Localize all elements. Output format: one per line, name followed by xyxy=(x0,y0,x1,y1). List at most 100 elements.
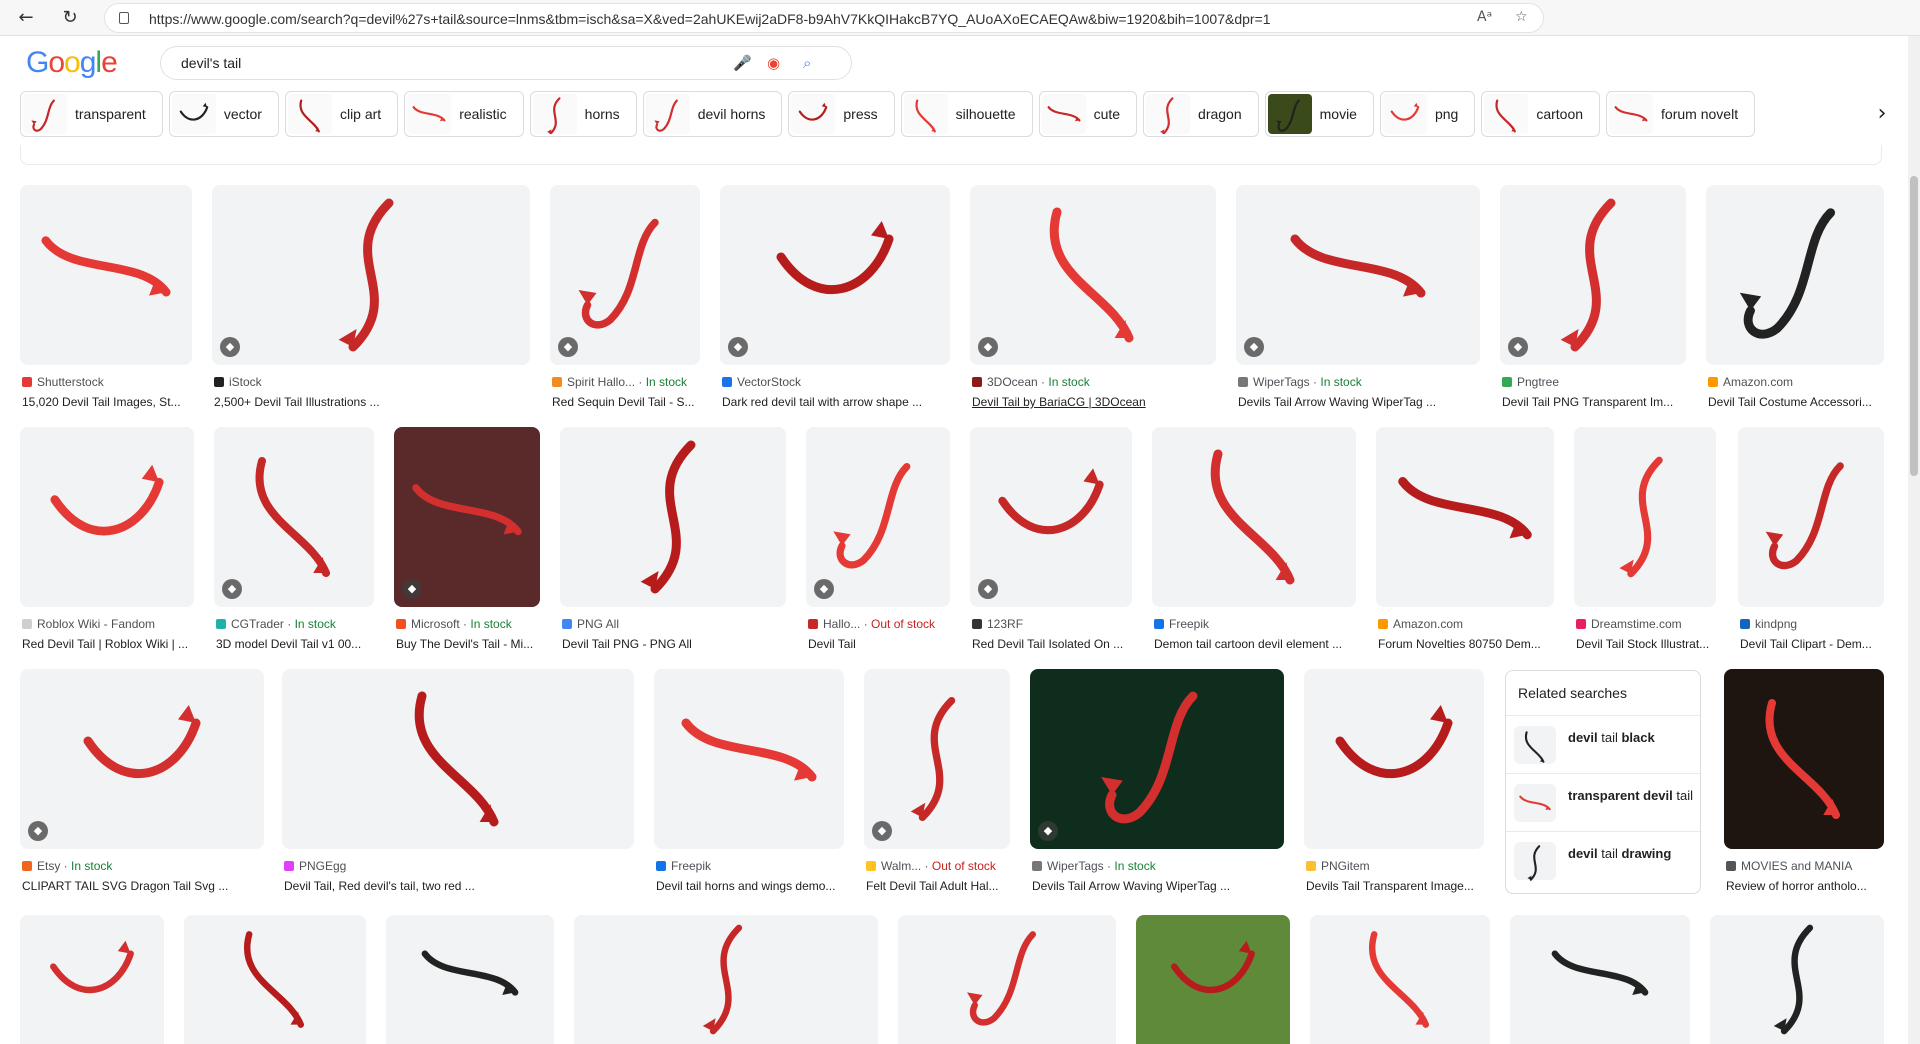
chip-horns[interactable]: horns xyxy=(529,91,637,137)
related-search-item[interactable]: devil tail black xyxy=(1506,715,1702,773)
result-source[interactable]: Roblox Wiki - Fandom xyxy=(22,617,196,631)
chip-dragon[interactable]: dragon xyxy=(1143,91,1259,137)
chip-clip-art[interactable]: clip art xyxy=(284,91,399,137)
result-thumbnail[interactable] xyxy=(1304,669,1484,849)
result-source[interactable]: 123RF xyxy=(972,617,1134,631)
result-thumbnail[interactable] xyxy=(1236,185,1480,365)
result-source[interactable]: Hallo... · Out of stock xyxy=(808,617,952,631)
result-title[interactable]: Devil Tail PNG - PNG All xyxy=(562,637,788,651)
result-source[interactable]: 3DOcean · In stock xyxy=(972,375,1218,389)
image-result[interactable] xyxy=(898,915,1116,1044)
search-icon[interactable]: ⌕ xyxy=(803,54,811,72)
chip-silhouette[interactable]: silhouette xyxy=(900,91,1033,137)
result-thumbnail[interactable] xyxy=(20,427,194,607)
address-url[interactable]: https://www.google.com/search?q=devil%27… xyxy=(149,11,1271,27)
image-result[interactable]: MOVIES and MANIA Review of horror antholo… xyxy=(1724,669,1884,905)
address-bar[interactable]: https://www.google.com/search?q=devil%27… xyxy=(104,3,1544,33)
result-title[interactable]: 15,020 Devil Tail Images, St... xyxy=(22,395,194,409)
image-result[interactable]: Amazon.com Forum Novelties 80750 Dem... xyxy=(1376,427,1554,663)
result-title[interactable]: Devil Tail by BariaCG | 3DOcean xyxy=(972,395,1218,409)
related-search-item[interactable]: transparent devil tail xyxy=(1506,773,1702,831)
image-result[interactable]: ◆ Walm... · Out of stock Felt Devil Tail A… xyxy=(864,669,1010,905)
image-result[interactable]: ◆ VectorStock Dark red devil tail with arr… xyxy=(720,185,950,421)
favorite-star-icon[interactable]: ☆ xyxy=(1515,9,1528,25)
result-title[interactable]: Devils Tail Arrow Waving WiperTag ... xyxy=(1032,879,1286,893)
result-thumbnail[interactable] xyxy=(1310,915,1490,1044)
image-result[interactable]: PNGEgg Devil Tail, Red devil's tail, two … xyxy=(282,669,634,905)
image-result[interactable] xyxy=(1136,915,1290,1044)
result-source[interactable]: VectorStock xyxy=(722,375,952,389)
result-source[interactable]: Pngtree xyxy=(1502,375,1688,389)
result-source[interactable]: CGTrader · In stock xyxy=(216,617,376,631)
result-source[interactable]: MOVIES and MANIA xyxy=(1726,859,1886,873)
result-title[interactable]: Dark red devil tail with arrow shape ... xyxy=(722,395,952,409)
result-thumbnail[interactable] xyxy=(720,185,950,365)
result-thumbnail[interactable] xyxy=(212,185,530,365)
microphone-icon[interactable]: 🎤 xyxy=(733,54,752,72)
result-title[interactable]: Demon tail cartoon devil element ... xyxy=(1154,637,1358,651)
image-result[interactable]: ◆ Spirit Hallo... · In stock Red Sequin De… xyxy=(550,185,700,421)
result-title[interactable]: Devils Tail Transparent Image... xyxy=(1306,879,1486,893)
result-title[interactable]: 3D model Devil Tail v1 00... xyxy=(216,637,376,651)
result-title[interactable]: Review of horror antholo... xyxy=(1726,879,1886,893)
result-thumbnail[interactable] xyxy=(574,915,878,1044)
image-result[interactable] xyxy=(184,915,366,1044)
image-result[interactable]: Freepik Demon tail cartoon devil element … xyxy=(1152,427,1356,663)
result-thumbnail[interactable] xyxy=(1136,915,1290,1044)
google-logo[interactable]: Google xyxy=(26,46,118,80)
chip-cartoon[interactable]: cartoon xyxy=(1481,91,1601,137)
image-result[interactable]: PNG All Devil Tail PNG - PNG All xyxy=(560,427,786,663)
result-title[interactable]: Devil Tail xyxy=(808,637,952,651)
result-source[interactable]: iStock xyxy=(214,375,532,389)
chip-png[interactable]: png xyxy=(1379,91,1476,137)
image-result[interactable]: Shutterstock 15,020 Devil Tail Images, St… xyxy=(20,185,192,421)
chip-forum-novelt[interactable]: forum novelt xyxy=(1606,91,1756,137)
chevron-right-icon[interactable]: › xyxy=(1862,88,1902,140)
image-result[interactable]: ◆ Hallo... · Out of stock Devil Tail xyxy=(806,427,950,663)
image-result[interactable]: ◆ WiperTags · In stock Devils Tail Arrow W… xyxy=(1236,185,1480,421)
image-result[interactable]: ◆ 123RF Red Devil Tail Isolated On ... xyxy=(970,427,1132,663)
related-search-item[interactable]: devil tail drawing xyxy=(1506,831,1702,889)
result-source[interactable]: Spirit Hallo... · In stock xyxy=(552,375,702,389)
result-source[interactable]: Shutterstock xyxy=(22,375,194,389)
result-title[interactable]: Devil Tail Clipart - Dem... xyxy=(1740,637,1886,651)
result-thumbnail[interactable] xyxy=(386,915,554,1044)
result-thumbnail[interactable] xyxy=(1724,669,1884,849)
image-result[interactable]: ◆ Pngtree Devil Tail PNG Transparent Im... xyxy=(1500,185,1686,421)
result-thumbnail[interactable] xyxy=(970,427,1132,607)
result-thumbnail[interactable] xyxy=(1710,915,1884,1044)
result-title[interactable]: Devil Tail Stock Illustrat... xyxy=(1576,637,1718,651)
result-title[interactable]: Felt Devil Tail Adult Hal... xyxy=(866,879,1012,893)
result-thumbnail[interactable] xyxy=(1574,427,1716,607)
chip-devil-horns[interactable]: devil horns xyxy=(642,91,783,137)
result-title[interactable]: Devil tail horns and wings demo... xyxy=(656,879,846,893)
result-thumbnail[interactable] xyxy=(1510,915,1690,1044)
result-title[interactable]: 2,500+ Devil Tail Illustrations ... xyxy=(214,395,532,409)
chip-realistic[interactable]: realistic xyxy=(404,91,524,137)
image-result[interactable] xyxy=(386,915,554,1044)
image-result[interactable]: ◆ Etsy · In stock CLIPART TAIL SVG Dragon … xyxy=(20,669,264,905)
reload-icon[interactable]: ↻ xyxy=(58,6,82,30)
result-source[interactable]: PNGitem xyxy=(1306,859,1486,873)
result-title[interactable]: Buy The Devil's Tail - Mi... xyxy=(396,637,542,651)
result-thumbnail[interactable] xyxy=(898,915,1116,1044)
result-thumbnail[interactable] xyxy=(1152,427,1356,607)
result-thumbnail[interactable] xyxy=(20,185,192,365)
image-result[interactable]: Freepik Devil tail horns and wings demo..… xyxy=(654,669,844,905)
image-result[interactable]: ◆ 3DOcean · In stock Devil Tail by BariaCG… xyxy=(970,185,1216,421)
result-title[interactable]: CLIPART TAIL SVG Dragon Tail Svg ... xyxy=(22,879,266,893)
image-result[interactable]: ◆ WiperTags · In stock Devils Tail Arrow W… xyxy=(1030,669,1284,905)
image-result[interactable]: Amazon.com Devil Tail Costume Accessori..… xyxy=(1706,185,1884,421)
back-arrow-icon[interactable]: ← xyxy=(14,6,38,30)
image-result[interactable] xyxy=(574,915,878,1044)
search-input[interactable]: devil's tail xyxy=(181,55,241,71)
result-thumbnail[interactable] xyxy=(184,915,366,1044)
result-thumbnail[interactable] xyxy=(282,669,634,849)
result-thumbnail[interactable] xyxy=(970,185,1216,365)
result-source[interactable]: Freepik xyxy=(1154,617,1358,631)
result-source[interactable]: Dreamstime.com xyxy=(1576,617,1718,631)
result-thumbnail[interactable] xyxy=(20,915,164,1044)
result-title[interactable]: Red Sequin Devil Tail - S... xyxy=(552,395,702,409)
image-result[interactable] xyxy=(20,915,164,1044)
image-result[interactable] xyxy=(1710,915,1884,1044)
